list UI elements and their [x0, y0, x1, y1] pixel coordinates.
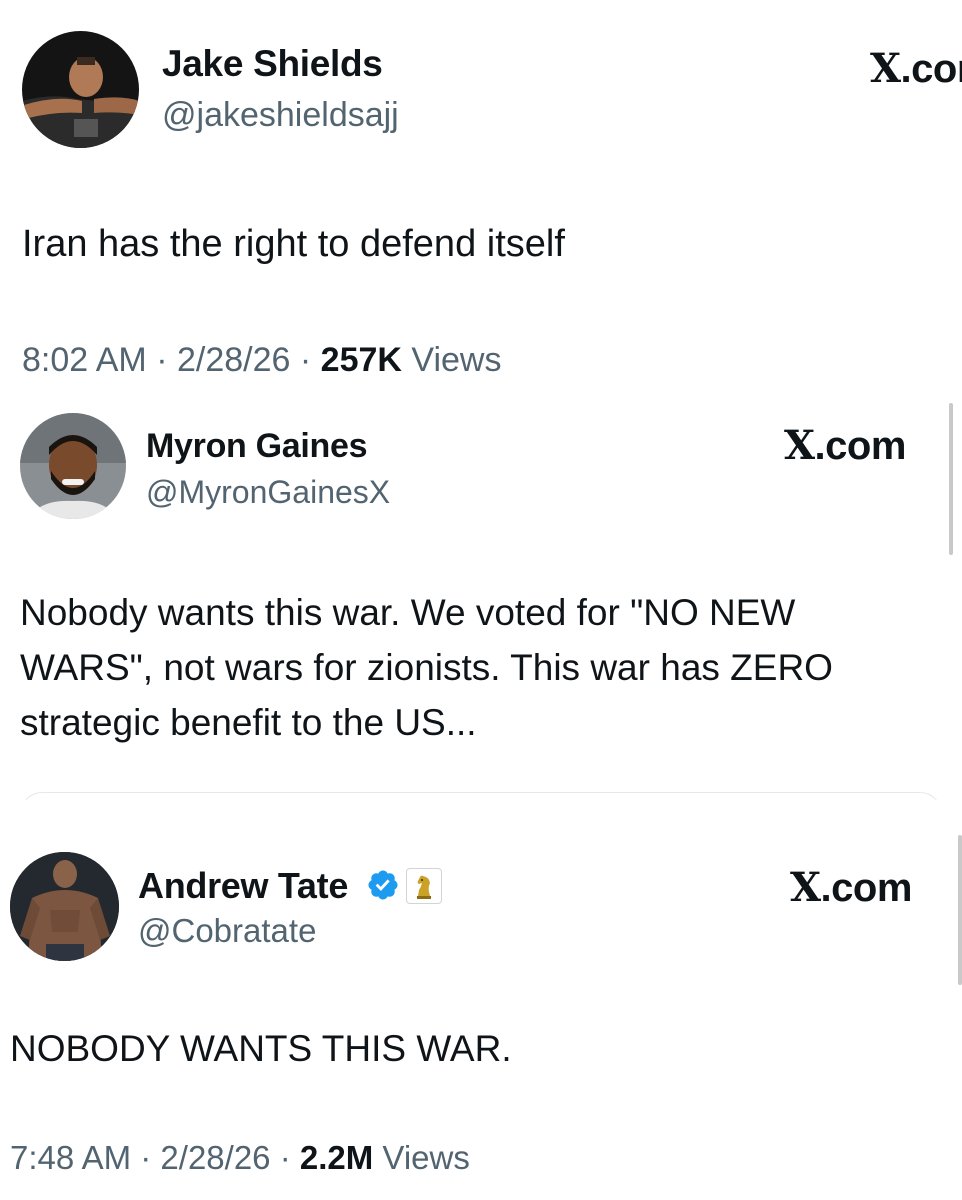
affiliate-badge[interactable]	[406, 868, 442, 904]
avatar-jake-shields-image	[22, 31, 139, 148]
author-name[interactable]: Andrew Tate	[138, 865, 348, 907]
scrollbar[interactable]	[958, 835, 962, 985]
tweet-time[interactable]: 8:02 AM	[22, 341, 147, 379]
avatar-andrew-tate[interactable]	[10, 852, 119, 961]
chess-knight-icon	[417, 875, 431, 899]
scrollbar[interactable]	[949, 403, 953, 555]
brand-domain: .com	[814, 424, 907, 468]
meta-separator: ·	[299, 341, 312, 379]
brand-domain: .com	[900, 47, 962, 91]
x-logo-icon: X	[790, 864, 821, 911]
tweet-meta: 8:02 AM · 2/28/26 · 257K Views	[22, 341, 502, 380]
x-com-logo: X.com	[790, 864, 912, 911]
tweet-text: Iran has the right to defend itself	[22, 223, 565, 265]
tweet-date[interactable]: 2/28/26	[177, 341, 290, 379]
tweet-myron-gaines[interactable]: Myron Gaines @MyronGainesX X.com Nobody …	[0, 398, 962, 800]
tweet-text: Nobody wants this war. We voted for "NO …	[20, 592, 833, 743]
x-com-logo: X.com	[784, 422, 906, 469]
author-name[interactable]: Myron Gaines	[146, 427, 368, 466]
views-count: 257K	[320, 341, 402, 379]
tweet-text: NOBODY WANTS THIS WAR.	[10, 1028, 512, 1069]
views-label: Views	[411, 341, 502, 379]
tweet-time[interactable]: 7:48 AM	[10, 1139, 131, 1176]
avatar-jake-shields[interactable]	[22, 31, 139, 148]
x-com-logo: X.com	[870, 45, 962, 92]
meta-separator: ·	[279, 1139, 291, 1176]
avatar-andrew-tate-image	[10, 852, 119, 961]
verified-badge-icon	[368, 870, 398, 900]
brand-domain: .com	[820, 866, 913, 910]
views-label: Views	[382, 1139, 470, 1176]
x-logo-icon: X	[870, 45, 901, 92]
tweet-jake-shields[interactable]: Jake Shields @jakeshieldsajj X.com Iran …	[0, 0, 962, 398]
avatar-myron-gaines[interactable]	[20, 413, 126, 519]
views-count: 2.2M	[299, 1139, 374, 1176]
author-handle[interactable]: @jakeshieldsajj	[162, 96, 399, 135]
quote-card-border	[20, 792, 942, 800]
meta-separator: ·	[156, 341, 168, 379]
tweet-meta: 7:48 AM · 2/28/26 · 2.2M Views	[10, 1139, 470, 1177]
author-name[interactable]: Jake Shields	[162, 43, 383, 85]
author-handle[interactable]: @Cobratate	[138, 912, 316, 950]
x-logo-icon: X	[784, 422, 815, 469]
avatar-myron-gaines-image	[20, 413, 126, 519]
tweet-andrew-tate[interactable]: Andrew Tate @Cobratate X.com NOBODY WANT…	[0, 820, 962, 1200]
author-handle[interactable]: @MyronGainesX	[146, 474, 390, 511]
tweet-date[interactable]: 2/28/26	[160, 1139, 270, 1176]
meta-separator: ·	[140, 1139, 152, 1176]
